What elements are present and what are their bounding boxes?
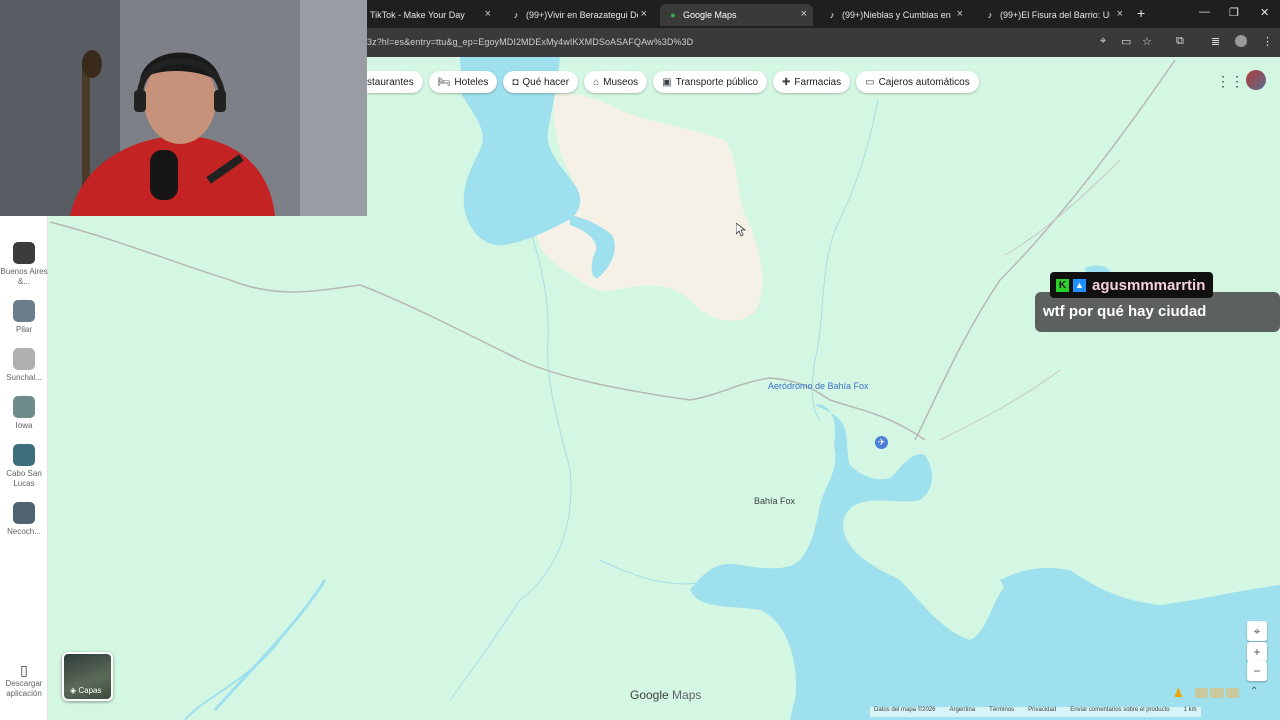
chat-message: wtf por qué hay ciudad [1043,303,1207,320]
stream [184,639,281,720]
close-tab-icon[interactable]: × [641,8,647,20]
stream-chat-overlay: K ▲ agusmmmarrtin wtf por qué hay ciudad [1035,272,1280,332]
chip-transit[interactable]: ▣ Transporte público [653,71,768,93]
pharmacy-icon: ✚ [782,76,791,88]
close-tab-icon[interactable]: × [1117,8,1123,20]
phone-icon: ▯ [20,662,28,678]
airport-label[interactable]: Aeródromo de Bahía Fox [768,381,869,391]
menu-dots-icon[interactable]: ⋮ [1262,35,1273,48]
close-tab-icon[interactable]: × [485,8,491,20]
profile-avatar[interactable] [1246,70,1266,90]
extensions-icon[interactable]: ⧉ [1176,35,1184,48]
subscriber-badge-icon: ▲ [1073,278,1086,292]
pegman-icon[interactable]: ♟ [1173,686,1184,700]
recent-thumbnail [13,396,35,418]
window-close-icon[interactable]: ✕ [1260,6,1269,19]
road [49,221,926,441]
recent-thumbnail [13,444,35,466]
chat-nameplate: K ▲ agusmmmarrtin [1050,272,1214,298]
streamer-video-illustration [0,0,367,216]
layers-button[interactable]: ◈ Capas [62,652,113,701]
stream [599,559,711,585]
atm-icon: ▭ [865,76,875,88]
stream [449,229,572,701]
webcam-overlay [0,0,367,216]
recent-cabo-san-lucas[interactable]: Cabo San Lucas [0,444,48,489]
recent-sunchal[interactable]: Sunchal... [0,348,48,383]
mouse-cursor-icon [736,223,746,237]
bed-icon: 🛏 [437,76,451,88]
chip-pharmacies[interactable]: ✚ Farmacias [773,71,851,93]
map-footer: Datos del mapa ©2026 Argentina Términos … [870,707,1201,717]
tiktok-icon: ♪ [829,10,835,20]
chip-atms[interactable]: ▭ Cajeros automáticos [856,71,979,93]
tab-nieblas[interactable]: ♪ (99+)Nieblas y Cumbias en Bu × [819,4,969,26]
tab-tiktok[interactable]: TikTok - Make Your Day × [362,4,497,26]
chip-museums[interactable]: ⌂ Museos [584,71,648,93]
download-app-button[interactable]: ▯ Descargar aplicación [0,662,48,699]
recent-thumbnail [13,502,35,524]
road [939,369,1061,441]
maximize-icon[interactable]: ❐ [1229,6,1239,19]
crosshair-icon: ⌖ [1253,624,1261,638]
footer-country[interactable]: Argentina [949,707,975,717]
media-icon[interactable]: ≣ [1211,35,1220,48]
chip-hotels[interactable]: 🛏 Hoteles [428,71,498,93]
footer-privacy[interactable]: Privacidad [1028,707,1056,717]
my-location-button[interactable]: ⌖ [1247,621,1267,641]
museum-icon: ⌂ [593,76,600,88]
footer-map-data: Datos del mapa ©2026 [874,707,936,713]
recent-iowa[interactable]: Iowa [0,396,48,431]
recent-pilar[interactable]: Pilar [0,300,48,335]
recent-necochea[interactable]: Necoch... [0,502,48,537]
tiktok-icon: ♪ [513,10,519,20]
url-field[interactable]: 3z?hl=es&entry=ttu&g_ep=EgoyMDI2MDExMy4w… [367,37,693,47]
google-maps-logo: Google Maps [630,688,702,702]
road [1004,159,1121,256]
left-sidebar: Buenos Aires &... Pilar Sunchal... Iowa … [0,216,48,720]
recent-buenos-aires[interactable]: Buenos Aires &... [0,242,48,287]
close-tab-icon[interactable]: × [801,8,807,20]
kick-badge-icon: K [1056,278,1069,292]
category-chips: staurantes 🛏 Hoteles ◘ Qué hacer ⌂ Museo… [367,71,979,93]
footer-scale[interactable]: 1 km [1184,707,1197,717]
camera-icon: ◘ [512,76,519,88]
zoom-out-button[interactable]: − [1247,661,1267,681]
tab-fisura[interactable]: ♪ (99+)El Fisura del Barrio: Una C × [977,4,1129,26]
chip-things-to-do[interactable]: ◘ Qué hacer [503,71,579,93]
stream [213,579,327,712]
transit-icon: ▣ [662,76,672,88]
profile-avatar-icon[interactable] [1235,35,1247,47]
chat-username: agusmmmarrtin [1092,276,1206,294]
location-icon[interactable]: ⌖ [1100,35,1106,48]
recent-thumbnail [13,348,35,370]
zoom-in-button[interactable]: + [1247,642,1267,662]
road [914,59,1176,441]
maps-pin-icon: ● [670,10,676,20]
tab-berazategui[interactable]: ♪ (99+)Vivir en Berazategui Desc × [503,4,653,26]
tiktok-icon: ♪ [987,10,993,20]
town-label[interactable]: Bahía Fox [754,496,795,506]
close-tab-icon[interactable]: × [957,8,963,20]
screen: TikTok - Make Your Day × ♪ (99+)Vivir en… [0,0,1280,720]
chip-restaurants[interactable]: staurantes [367,71,423,93]
footer-feedback[interactable]: Enviar comentarios sobre el producto [1070,707,1169,717]
recent-thumbnail [13,300,35,322]
layers-label: ◈ Capas [70,686,102,695]
stream [811,99,879,421]
plus-icon: + [1253,645,1261,659]
imagery-thumbnails[interactable] [1195,688,1239,698]
airport-icon[interactable]: ✈ [875,436,888,449]
tab-google-maps[interactable]: ● Google Maps × [660,4,813,26]
minimize-icon[interactable]: — [1199,6,1210,18]
cast-icon[interactable]: ▭ [1121,35,1131,48]
recent-thumbnail [13,242,35,264]
new-tab-icon[interactable]: + [1137,5,1145,21]
minus-icon: − [1253,664,1261,678]
collapse-up-icon[interactable]: ⌃ [1250,686,1258,697]
footer-terms[interactable]: Términos [989,707,1014,717]
bookmark-star-icon[interactable]: ☆ [1142,35,1152,48]
